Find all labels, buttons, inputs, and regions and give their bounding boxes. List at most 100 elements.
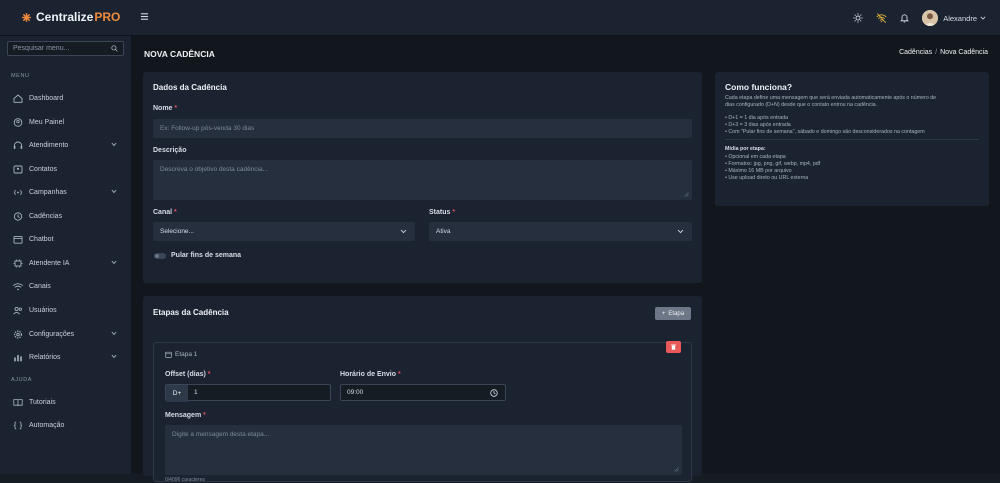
list-item: • D+1 = 1 dia após entrada <box>725 115 789 121</box>
sidebar-item-meu-painel[interactable]: Meu Painel <box>0 112 131 132</box>
search-icon <box>111 45 118 52</box>
clock-icon <box>490 389 498 397</box>
add-etapa-button[interactable]: + Etapa <box>655 307 691 320</box>
nome-input[interactable]: Ex: Follow-up pós-venda 30 dias <box>153 119 692 138</box>
offset-input[interactable]: D+ 1 <box>165 384 331 402</box>
mensagem-label: Mensagem * <box>165 412 206 419</box>
gear-icon <box>13 329 23 339</box>
sidebar-item-canais[interactable]: Canais <box>0 276 131 296</box>
sidebar-item-label: Usuários <box>29 306 57 314</box>
sidebar-item-dashboard[interactable]: Dashboard <box>0 88 131 108</box>
page-title: NOVA CADÊNCIA <box>144 49 215 59</box>
calendar-icon <box>13 235 23 244</box>
sidebar-item-atendente-ia[interactable]: Atendente IA <box>0 253 131 273</box>
clock-icon <box>13 211 23 221</box>
mensagem-placeholder: Digite a mensagem desta etapa... <box>172 431 270 438</box>
pular-fins-de-semana-label: Pular fins de semana <box>171 252 242 259</box>
sidebar-item-campanhas[interactable]: Campanhas <box>0 182 131 202</box>
contacts-icon <box>13 165 23 173</box>
list-item: • Máximo 16 MB por arquivo <box>725 168 792 174</box>
sidebar: Pesquisar menu... MENU Dashboard Meu Pai… <box>0 36 131 474</box>
required-mark: * <box>174 209 177 216</box>
chevron-down-icon <box>111 142 117 147</box>
sidebar-item-contatos[interactable]: Contatos <box>0 159 131 179</box>
user-name: Alexandre <box>943 13 977 23</box>
horario-value: 09:00 <box>347 389 364 396</box>
ai-icon <box>13 259 23 267</box>
list-item: • Com "Pular fins de semana", sábado e d… <box>725 129 925 135</box>
user-menu-button[interactable]: Alexandre <box>943 14 986 23</box>
como-funciona-text-line2: dias configurado (D+N) desde que o conta… <box>725 102 878 108</box>
horario-input[interactable]: 09:00 <box>340 384 506 401</box>
delete-etapa-button[interactable] <box>666 341 681 353</box>
chevron-down-icon <box>111 260 117 265</box>
users-icon <box>13 306 22 315</box>
plus-icon: + <box>661 310 666 317</box>
descricao-label: Descrição <box>153 147 187 154</box>
sidebar-item-tutoriais[interactable]: Tutoriais <box>0 392 131 412</box>
calendar-icon <box>165 351 172 358</box>
nome-placeholder: Ex: Follow-up pós-venda 30 dias <box>160 125 255 132</box>
broadcast-icon <box>14 189 22 195</box>
status-select[interactable]: Ativa <box>429 222 692 241</box>
required-mark: * <box>452 209 456 216</box>
required-mark: * <box>397 371 401 378</box>
logo-accent-text: PRO <box>94 10 121 24</box>
chevron-down-icon <box>980 16 986 20</box>
sidebar-item-label: Atendimento <box>29 141 69 149</box>
sidebar-item-label: Atendente IA <box>29 259 70 267</box>
sidebar-item-chatbot[interactable]: Chatbot <box>0 229 131 249</box>
chevron-down-icon <box>111 354 117 359</box>
como-funciona-text-line1: Cada etapa define uma mensagem que será … <box>725 95 937 101</box>
como-funciona-card: Como funciona? Cada etapa define uma men… <box>715 72 989 206</box>
divider <box>725 139 979 140</box>
sidebar-item-automacao[interactable]: Automação <box>0 415 131 435</box>
bell-icon <box>900 14 910 23</box>
sidebar-item-configuracoes[interactable]: Configurações <box>0 324 131 344</box>
sidebar-item-relatorios[interactable]: Relatórios <box>0 347 131 367</box>
sidebar-item-label: Chatbot <box>29 235 54 243</box>
descricao-placeholder: Descreva o objetivo desta cadência... <box>160 166 269 173</box>
sidebar-item-atendimento[interactable]: Atendimento <box>0 135 131 155</box>
top-bar: Centralize PRO Alexandre <box>0 0 1000 36</box>
connection-status-button[interactable] <box>876 13 887 23</box>
etapa-step-title: Etapa 1 <box>175 351 198 358</box>
notifications-button[interactable] <box>900 13 910 23</box>
canal-label: Canal * <box>153 209 177 216</box>
braces-icon <box>13 421 23 429</box>
theme-toggle-button[interactable] <box>853 13 863 23</box>
sidebar-item-label: Configurações <box>29 330 75 338</box>
sidebar-item-label: Automação <box>29 421 65 429</box>
dados-card: Dados da Cadência Nome * Ex: Follow-up p… <box>143 72 702 283</box>
breadcrumb: Cadências / Nova Cadência <box>899 49 988 56</box>
descricao-textarea[interactable]: Descreva o objetivo desta cadência... <box>153 160 692 200</box>
chevron-down-icon <box>111 189 117 194</box>
sidebar-item-label: Relatórios <box>29 353 61 361</box>
sidebar-section-help: AJUDA <box>11 377 33 383</box>
sidebar-search-input[interactable]: Pesquisar menu... <box>7 41 124 56</box>
mensagem-textarea[interactable]: Digite a mensagem desta etapa... <box>165 425 682 475</box>
pular-fins-de-semana-toggle[interactable] <box>154 253 166 259</box>
sun-icon <box>853 13 863 23</box>
list-item: • Use upload direto ou URL externa <box>725 175 809 181</box>
breadcrumb-link-cadencias[interactable]: Cadências <box>899 49 932 56</box>
wifi-icon <box>13 282 23 290</box>
char-counter: 0/4096 caracteres <box>165 477 206 483</box>
avatar[interactable] <box>922 10 939 26</box>
chevron-down-icon <box>400 229 407 234</box>
sidebar-item-label: Cadências <box>29 212 63 220</box>
canal-select[interactable]: Selecione... <box>153 222 415 241</box>
sidebar-item-label: Tutoriais <box>29 398 56 406</box>
menu-toggle-button[interactable] <box>140 12 149 21</box>
logo-icon <box>22 12 31 22</box>
sidebar-item-cadencias[interactable]: Cadências <box>0 206 131 226</box>
dados-card-title: Dados da Cadência <box>153 83 227 92</box>
hamburger-icon <box>140 13 149 20</box>
offset-prefix: D+ <box>166 385 188 402</box>
resize-handle-icon <box>684 192 689 197</box>
logo[interactable]: Centralize PRO <box>22 10 120 24</box>
sidebar-section-menu: MENU <box>11 73 30 79</box>
sidebar-item-usuarios[interactable]: Usuários <box>0 300 131 320</box>
nome-label: Nome * <box>153 105 178 112</box>
search-placeholder: Pesquisar menu... <box>13 45 70 52</box>
